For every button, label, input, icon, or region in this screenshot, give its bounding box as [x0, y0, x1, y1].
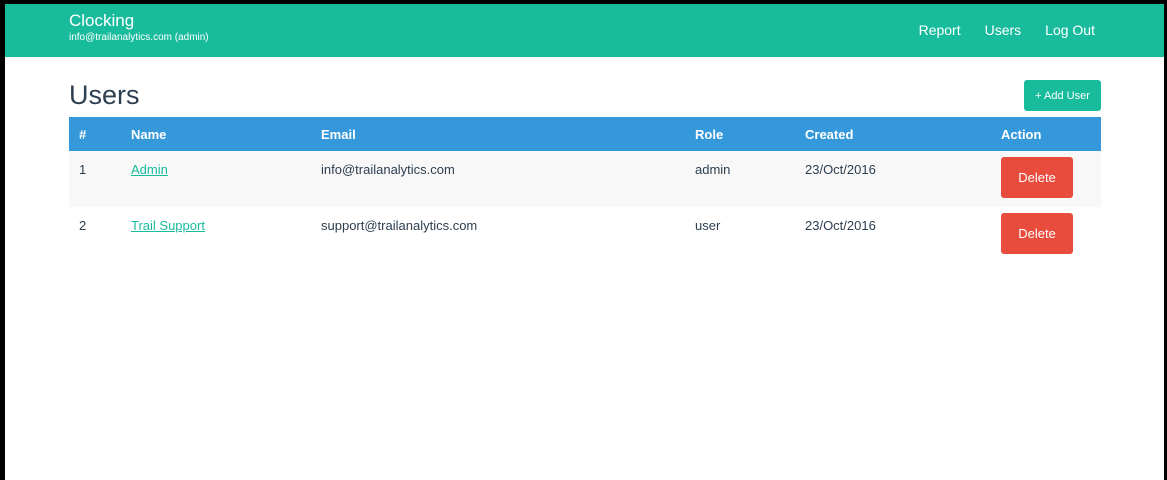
user-name-link[interactable]: Trail Support — [131, 218, 205, 233]
add-user-button[interactable]: + Add User — [1024, 80, 1101, 111]
column-header-action: Action — [1001, 126, 1042, 142]
table-body: 1 Admin info@trailanalytics.com admin 23… — [69, 151, 1101, 263]
brand: Clocking info@trailanalytics.com (admin) — [69, 11, 209, 45]
table-row: 1 Admin info@trailanalytics.com admin 23… — [69, 151, 1101, 207]
users-table: # Name Email Role Created Action 1 Admin… — [69, 117, 1101, 263]
cell-number: 2 — [79, 218, 87, 233]
column-header-email: Email — [321, 126, 356, 142]
cell-number: 1 — [79, 162, 87, 177]
column-header-role: Role — [695, 126, 724, 142]
top-navbar: Clocking info@trailanalytics.com (admin)… — [5, 4, 1164, 57]
column-header-name: Name — [131, 126, 167, 142]
column-header-created: Created — [805, 126, 854, 142]
cell-email: info@trailanalytics.com — [321, 162, 455, 177]
cell-action: Delete — [991, 207, 1101, 263]
brand-subtitle: info@trailanalytics.com (admin) — [69, 32, 209, 43]
cell-action: Delete — [991, 151, 1101, 207]
table-row: 2 Trail Support support@trailanalytics.c… — [69, 207, 1101, 263]
cell-created: 23/Oct/2016 — [805, 162, 876, 177]
nav-link-report[interactable]: Report — [919, 22, 961, 38]
nav-link-logout[interactable]: Log Out — [1045, 22, 1095, 38]
cell-name: Admin — [121, 151, 311, 207]
cell-email: support@trailanalytics.com — [321, 218, 478, 233]
column-header-number: # — [79, 126, 87, 142]
user-name-link[interactable]: Admin — [131, 162, 168, 177]
cell-name: Trail Support — [121, 207, 311, 263]
delete-button[interactable]: Delete — [1001, 213, 1073, 254]
app-window: Clocking info@trailanalytics.com (admin)… — [0, 0, 1167, 480]
nav-links: Report Users Log Out — [919, 22, 1095, 38]
table-header-row: # Name Email Role Created Action — [69, 117, 1101, 151]
table-header: # Name Email Role Created Action — [69, 117, 1101, 151]
cell-role: user — [695, 218, 721, 233]
page-title: Users — [69, 80, 140, 110]
delete-button[interactable]: Delete — [1001, 157, 1073, 198]
nav-link-users[interactable]: Users — [985, 22, 1022, 38]
cell-role: admin — [695, 162, 731, 177]
cell-created: 23/Oct/2016 — [805, 218, 876, 233]
brand-title[interactable]: Clocking — [69, 11, 209, 31]
